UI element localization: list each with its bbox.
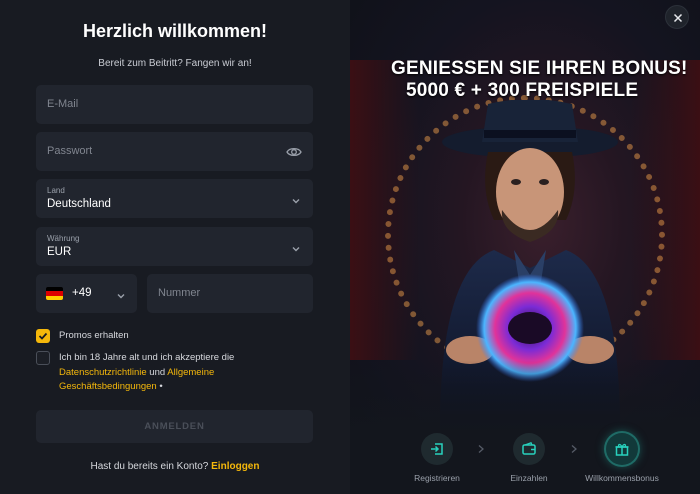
promos-label: Promos erhalten (59, 330, 129, 341)
wallet-icon (522, 441, 536, 455)
password-placeholder: Passwort (47, 145, 93, 157)
check-icon (38, 332, 48, 340)
germany-flag-icon (46, 287, 63, 300)
country-select[interactable]: Land Deutschland (36, 179, 313, 218)
email-field[interactable]: E-Mail (36, 85, 313, 124)
step-welcome-bonus (606, 433, 638, 465)
terms-link-part1[interactable]: Allgemeine (167, 367, 214, 378)
phone-code-value: +49 (72, 287, 92, 299)
promo-bonus-amount: 5000 € + 300 FREISPIELE (406, 80, 639, 101)
step-label-deposit: Einzahlen (510, 473, 548, 483)
login-row: Hast du bereits ein Konto? Einloggen (0, 461, 350, 472)
terms-link-part2[interactable]: Geschäftsbedingungen (59, 381, 157, 392)
chevron-right-icon (571, 445, 577, 453)
terms-checkbox[interactable] (36, 351, 50, 365)
phone-number-field[interactable]: Nummer (147, 274, 313, 313)
chevron-down-icon (116, 288, 126, 299)
promo-headline: GENIESSEN SIE IHREN BONUS! (391, 58, 688, 79)
page-subtitle: Bereit zum Beitritt? Fangen wir an! (98, 58, 252, 69)
close-button[interactable] (665, 5, 689, 29)
currency-label: Währung (47, 234, 80, 243)
chevron-down-icon (291, 241, 301, 252)
phone-placeholder: Nummer (158, 287, 201, 299)
terms-and: und (146, 366, 168, 378)
eye-icon[interactable] (286, 144, 302, 160)
step-register (421, 433, 453, 465)
have-account-text: Hast du bereits ein Konto? (90, 461, 209, 472)
currency-value: EUR (47, 246, 72, 258)
close-icon (673, 13, 683, 23)
page-title: Herzlich willkommen! (82, 21, 268, 41)
phone-code-select[interactable]: +49 (36, 274, 137, 313)
register-button[interactable]: ANMELDEN (36, 410, 313, 443)
country-value: Deutschland (47, 198, 111, 210)
gift-icon (615, 443, 629, 456)
terms-prefix: Ich bin 18 Jahre alt und ich akzeptiere … (59, 352, 235, 363)
step-deposit (513, 433, 545, 465)
privacy-policy-link[interactable]: Datenschutzrichtlinie (59, 367, 147, 378)
registration-panel: Herzlich willkommen! Bereit zum Beitritt… (0, 0, 350, 494)
email-placeholder: E-Mail (47, 98, 79, 110)
login-link[interactable]: Einloggen (211, 461, 259, 472)
chevron-right-icon (478, 445, 484, 453)
promos-checkbox[interactable] (36, 329, 50, 343)
chevron-down-icon (291, 193, 301, 204)
step-label-welcome-bonus: Willkommensbonus (585, 473, 659, 483)
required-marker: • (156, 381, 163, 392)
country-label: Land (47, 186, 65, 195)
password-field[interactable]: Passwort (36, 132, 313, 171)
login-icon (431, 443, 443, 455)
step-label-register: Registrieren (414, 473, 460, 483)
currency-select[interactable]: Währung EUR (36, 227, 313, 266)
terms-text: Ich bin 18 Jahre alt und ich akzeptiere … (59, 351, 234, 395)
